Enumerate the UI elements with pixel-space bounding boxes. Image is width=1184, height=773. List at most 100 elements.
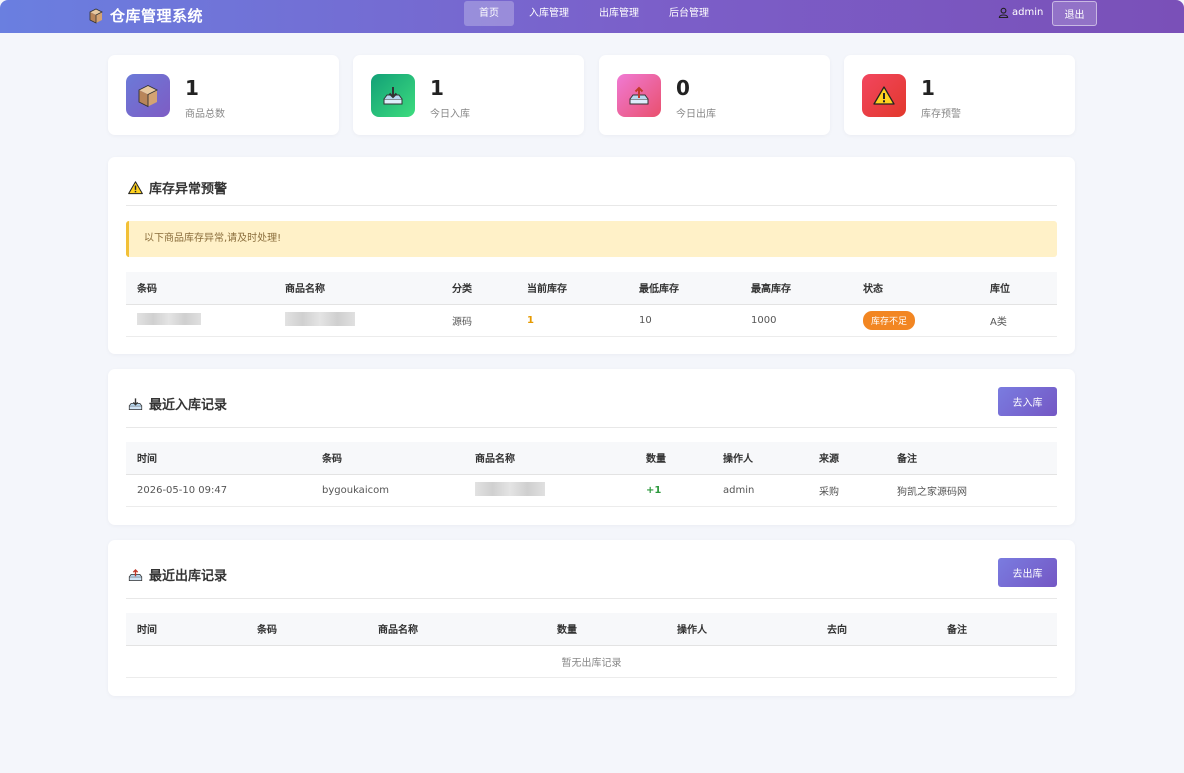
divider xyxy=(126,205,1057,206)
stat-icon-bg xyxy=(862,74,906,117)
recent-inbound-card: 最近入库记录 去入库 时间 条码 商品名称 数量 操作人 来源 备注 2026-… xyxy=(108,369,1075,525)
outbox-icon xyxy=(629,86,649,104)
stock-warning-table: 条码 商品名称 分类 当前库存 最低库存 最高库存 状态 库位 源码 1 10 … xyxy=(126,272,1057,337)
empty-message: 暂无出库记录 xyxy=(126,645,1057,678)
username: admin xyxy=(1012,7,1044,18)
column-header: 分类 xyxy=(441,272,516,305)
redacted-barcode xyxy=(137,312,201,325)
column-header: 商品名称 xyxy=(274,272,441,305)
inbox-in-icon xyxy=(128,397,143,410)
column-header: 操作人 xyxy=(666,613,816,646)
stock-alert-message: 以下商品库存异常,请及时处理! xyxy=(126,221,1057,257)
column-header: 条码 xyxy=(246,613,367,646)
stat-icon-bg xyxy=(126,74,170,117)
stat-value: 0 xyxy=(676,76,690,100)
operator-cell: admin xyxy=(712,474,808,507)
warning-icon xyxy=(873,85,895,105)
stat-card-products: 1 商品总数 xyxy=(108,55,339,135)
outbox-icon xyxy=(128,568,143,581)
current-stock-cell: 1 xyxy=(516,304,628,337)
note-cell: 狗凯之家源码网 xyxy=(886,474,1057,507)
nav-admin[interactable]: 后台管理 xyxy=(654,1,724,26)
nav-outbound[interactable]: 出库管理 xyxy=(584,1,654,26)
warning-icon xyxy=(128,180,143,194)
column-header: 条码 xyxy=(126,272,274,305)
status-cell: 库存不足 xyxy=(852,304,979,337)
top-navbar: 仓库管理系统 首页 入库管理 出库管理 后台管理 admin 退出 xyxy=(0,0,1184,33)
column-header: 备注 xyxy=(936,613,1057,646)
column-header: 条码 xyxy=(311,442,464,475)
stat-card-today-in: 1 今日入库 xyxy=(353,55,584,135)
table-header-row: 时间 条码 商品名称 数量 操作人 来源 备注 xyxy=(126,442,1057,475)
min-stock-cell: 10 xyxy=(628,304,740,337)
divider xyxy=(126,427,1057,428)
section-title-text: 最近入库记录 xyxy=(149,398,228,413)
time-cell: 2026-05-10 09:47 xyxy=(126,474,311,507)
barcode-cell: bygoukaicom xyxy=(311,474,464,507)
table-row: 暂无出库记录 xyxy=(126,645,1057,678)
column-header: 当前库存 xyxy=(516,272,628,305)
inbox-in-icon xyxy=(383,86,403,104)
column-header: 来源 xyxy=(808,442,886,475)
stat-value: 1 xyxy=(921,76,935,100)
box-icon xyxy=(138,84,159,107)
max-stock-cell: 1000 xyxy=(740,304,852,337)
column-header: 数量 xyxy=(546,613,666,646)
brand-title: 仓库管理系统 xyxy=(110,7,204,25)
divider xyxy=(126,598,1057,599)
recent-outbound-card: 最近出库记录 去出库 时间 条码 商品名称 数量 操作人 去向 备注 暂无出库记… xyxy=(108,540,1075,696)
stat-value: 1 xyxy=(430,76,444,100)
column-header: 最高库存 xyxy=(740,272,852,305)
go-inbound-button[interactable]: 去入库 xyxy=(998,387,1057,416)
section-title: 最近出库记录 xyxy=(128,565,227,584)
section-title-text: 库存异常预警 xyxy=(149,182,228,197)
section-title: 库存异常预警 xyxy=(128,178,227,197)
stat-card-stock-warning: 1 库存预警 xyxy=(844,55,1075,135)
stat-label: 今日出库 xyxy=(676,109,716,120)
stock-warning-card: 库存异常预警 以下商品库存异常,请及时处理! 条码 商品名称 分类 当前库存 最… xyxy=(108,157,1075,354)
column-header: 时间 xyxy=(126,613,246,646)
recent-outbound-table: 时间 条码 商品名称 数量 操作人 去向 备注 暂无出库记录 xyxy=(126,613,1057,678)
location-cell: A类 xyxy=(979,304,1057,337)
stat-label: 商品总数 xyxy=(185,109,225,120)
column-header: 库位 xyxy=(979,272,1057,305)
user-info: admin xyxy=(998,7,1043,18)
stat-value: 1 xyxy=(185,76,199,100)
table-header-row: 时间 条码 商品名称 数量 操作人 去向 备注 xyxy=(126,613,1057,646)
table-row: 2026-05-10 09:47 bygoukaicom +1 admin 采购… xyxy=(126,474,1057,507)
redacted-product-name xyxy=(285,311,355,326)
nav-inbound[interactable]: 入库管理 xyxy=(514,1,584,26)
redacted-product-name xyxy=(475,481,545,496)
stat-label: 今日入库 xyxy=(430,109,470,120)
column-header: 操作人 xyxy=(712,442,808,475)
box-icon xyxy=(89,8,103,24)
category-cell: 源码 xyxy=(441,304,516,337)
user-icon xyxy=(998,7,1009,18)
quantity-cell: +1 xyxy=(635,474,712,507)
section-title: 最近入库记录 xyxy=(128,394,227,413)
go-outbound-button[interactable]: 去出库 xyxy=(998,558,1057,587)
product-name-cell xyxy=(464,474,635,507)
column-header: 时间 xyxy=(126,442,311,475)
stat-icon-bg xyxy=(617,74,661,117)
main-nav: 首页 入库管理 出库管理 后台管理 xyxy=(464,1,724,26)
table-header-row: 条码 商品名称 分类 当前库存 最低库存 最高库存 状态 库位 xyxy=(126,272,1057,305)
column-header: 去向 xyxy=(816,613,936,646)
column-header: 商品名称 xyxy=(367,613,546,646)
source-cell: 采购 xyxy=(808,474,886,507)
column-header: 商品名称 xyxy=(464,442,635,475)
stat-label: 库存预警 xyxy=(921,109,961,120)
stat-icon-bg xyxy=(371,74,415,117)
stat-card-today-out: 0 今日出库 xyxy=(599,55,830,135)
table-row: 源码 1 10 1000 库存不足 A类 xyxy=(126,304,1057,337)
nav-home[interactable]: 首页 xyxy=(464,1,514,26)
column-header: 备注 xyxy=(886,442,1057,475)
brand[interactable]: 仓库管理系统 xyxy=(88,5,203,26)
column-header: 状态 xyxy=(852,272,979,305)
column-header: 最低库存 xyxy=(628,272,740,305)
product-name-cell xyxy=(274,304,441,337)
barcode-cell xyxy=(126,304,274,337)
logout-button[interactable]: 退出 xyxy=(1052,1,1097,26)
column-header: 数量 xyxy=(635,442,712,475)
status-badge: 库存不足 xyxy=(863,310,916,330)
